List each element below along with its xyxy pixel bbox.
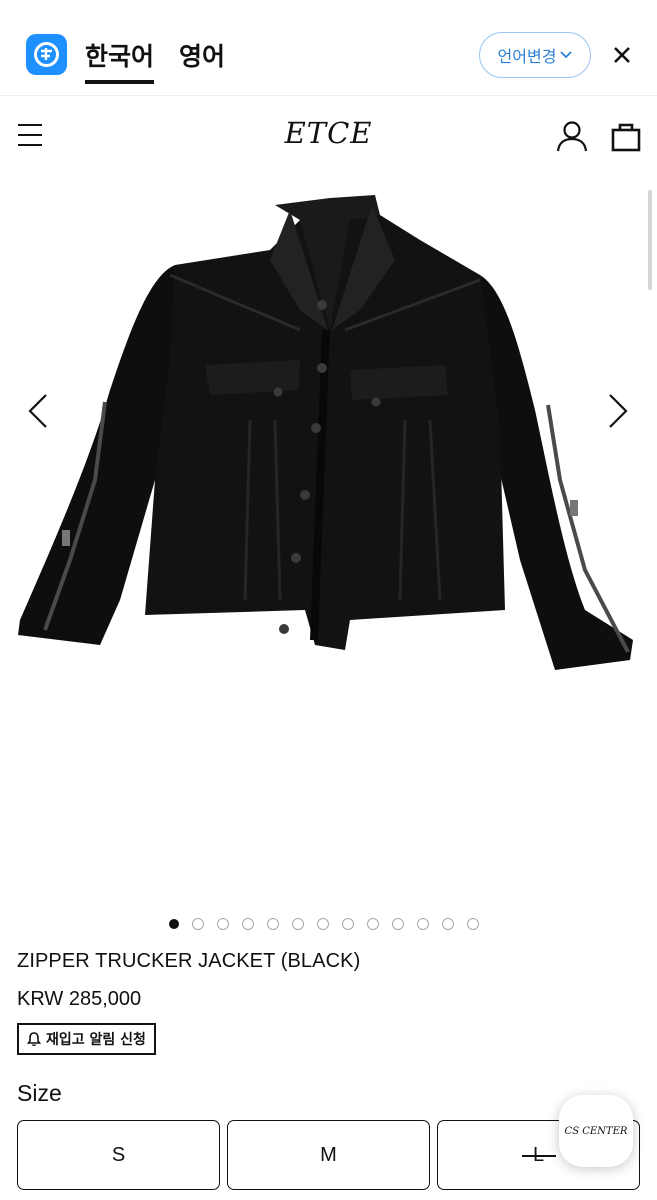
cs-center-label: CS CENTER <box>564 1125 628 1137</box>
cs-center-button[interactable]: CS CENTER <box>559 1095 633 1167</box>
change-language-button[interactable]: 언어변경 <box>479 32 591 78</box>
chevron-down-icon <box>560 51 573 59</box>
gallery-dot[interactable] <box>341 918 354 930</box>
product-title: ZIPPER TRUCKER JACKET (BLACK) <box>17 950 361 972</box>
chevron-right-icon[interactable] <box>606 393 630 429</box>
sold-out-strike <box>522 1155 556 1157</box>
gallery-dot[interactable] <box>466 918 479 930</box>
translate-app-icon <box>26 34 67 75</box>
gallery-dot[interactable] <box>391 918 404 930</box>
active-tab-underline <box>85 80 154 84</box>
change-language-label: 언어변경 <box>497 47 557 66</box>
bell-icon <box>27 1032 41 1047</box>
user-icon[interactable] <box>556 120 588 152</box>
gallery-dot[interactable] <box>366 918 379 930</box>
gallery-dot[interactable] <box>216 918 229 930</box>
gallery-dot[interactable] <box>416 918 429 930</box>
tab-english[interactable]: 영어 <box>179 37 225 73</box>
tab-korean[interactable]: 한국어 <box>85 37 154 73</box>
size-button-m[interactable]: M <box>227 1120 430 1190</box>
gallery-dot[interactable] <box>441 918 454 930</box>
jacket-photo <box>18 195 633 670</box>
gallery-dot[interactable] <box>168 919 179 929</box>
gallery-pagination <box>0 918 657 930</box>
product-price: KRW 285,000 <box>17 988 142 1010</box>
bag-icon[interactable] <box>610 120 642 152</box>
translate-bar: 한국어 영어 언어변경 <box>0 0 657 96</box>
restock-alert-button[interactable]: 재입고 알림 신청 <box>17 1023 156 1055</box>
chevron-left-icon[interactable] <box>26 393 50 429</box>
gallery-dot[interactable] <box>316 918 329 930</box>
scrollbar[interactable] <box>648 190 652 290</box>
size-option-label: Size <box>17 1080 62 1106</box>
close-icon[interactable] <box>610 43 634 67</box>
gallery-dot[interactable] <box>291 918 304 930</box>
gallery-dot[interactable] <box>191 918 204 930</box>
size-button-s[interactable]: S <box>17 1120 220 1190</box>
gallery-dot[interactable] <box>266 918 279 930</box>
gallery-dot[interactable] <box>241 918 254 930</box>
product-image[interactable] <box>0 180 657 900</box>
restock-alert-label: 재입고 알림 신청 <box>46 1032 146 1048</box>
